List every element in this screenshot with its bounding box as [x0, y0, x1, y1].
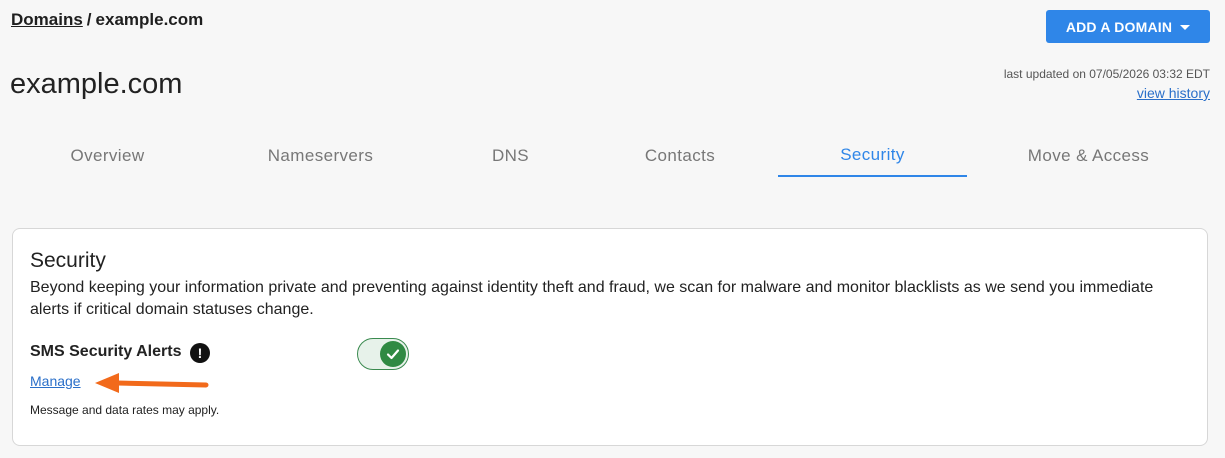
tab-overview[interactable]: Overview — [13, 135, 202, 177]
page-title: example.com — [10, 68, 183, 100]
update-meta: last updated on 07/05/2026 03:32 EDT vie… — [1004, 67, 1210, 101]
sms-alerts-label: SMS Security Alerts — [30, 343, 182, 360]
arrow-left-icon — [95, 373, 209, 393]
security-card: Security Beyond keeping your information… — [12, 228, 1208, 446]
tab-contacts[interactable]: Contacts — [582, 135, 778, 177]
tab-nameservers[interactable]: Nameservers — [202, 135, 439, 177]
view-history-link[interactable]: view history — [1004, 85, 1210, 101]
add-domain-button[interactable]: ADD A DOMAIN — [1046, 10, 1210, 43]
add-domain-label: ADD A DOMAIN — [1065, 18, 1173, 35]
breadcrumb-separator: / — [86, 10, 92, 29]
tab-dns[interactable]: DNS — [439, 135, 582, 177]
sms-alerts-toggle[interactable] — [357, 338, 409, 370]
security-title: Security — [30, 249, 106, 272]
checkmark-icon — [386, 349, 400, 360]
chevron-down-icon — [1180, 24, 1191, 30]
breadcrumb-current: example.com — [95, 10, 204, 29]
tab-security[interactable]: Security — [778, 135, 967, 177]
breadcrumb-domains-link[interactable]: Domains — [11, 10, 83, 29]
last-updated-text: last updated on 07/05/2026 03:32 EDT — [1003, 67, 1210, 81]
tab-bar: Overview Nameservers DNS Contacts Securi… — [13, 135, 1210, 178]
manage-link[interactable]: Manage — [30, 373, 81, 389]
breadcrumb: Domains / example.com — [11, 10, 203, 30]
disclaimer-text: Message and data rates may apply. — [30, 403, 220, 417]
tab-move-access[interactable]: Move & Access — [967, 135, 1210, 177]
toggle-knob — [380, 341, 406, 367]
info-icon[interactable]: ! — [190, 343, 210, 363]
security-description: Beyond keeping your information private … — [30, 279, 1154, 318]
